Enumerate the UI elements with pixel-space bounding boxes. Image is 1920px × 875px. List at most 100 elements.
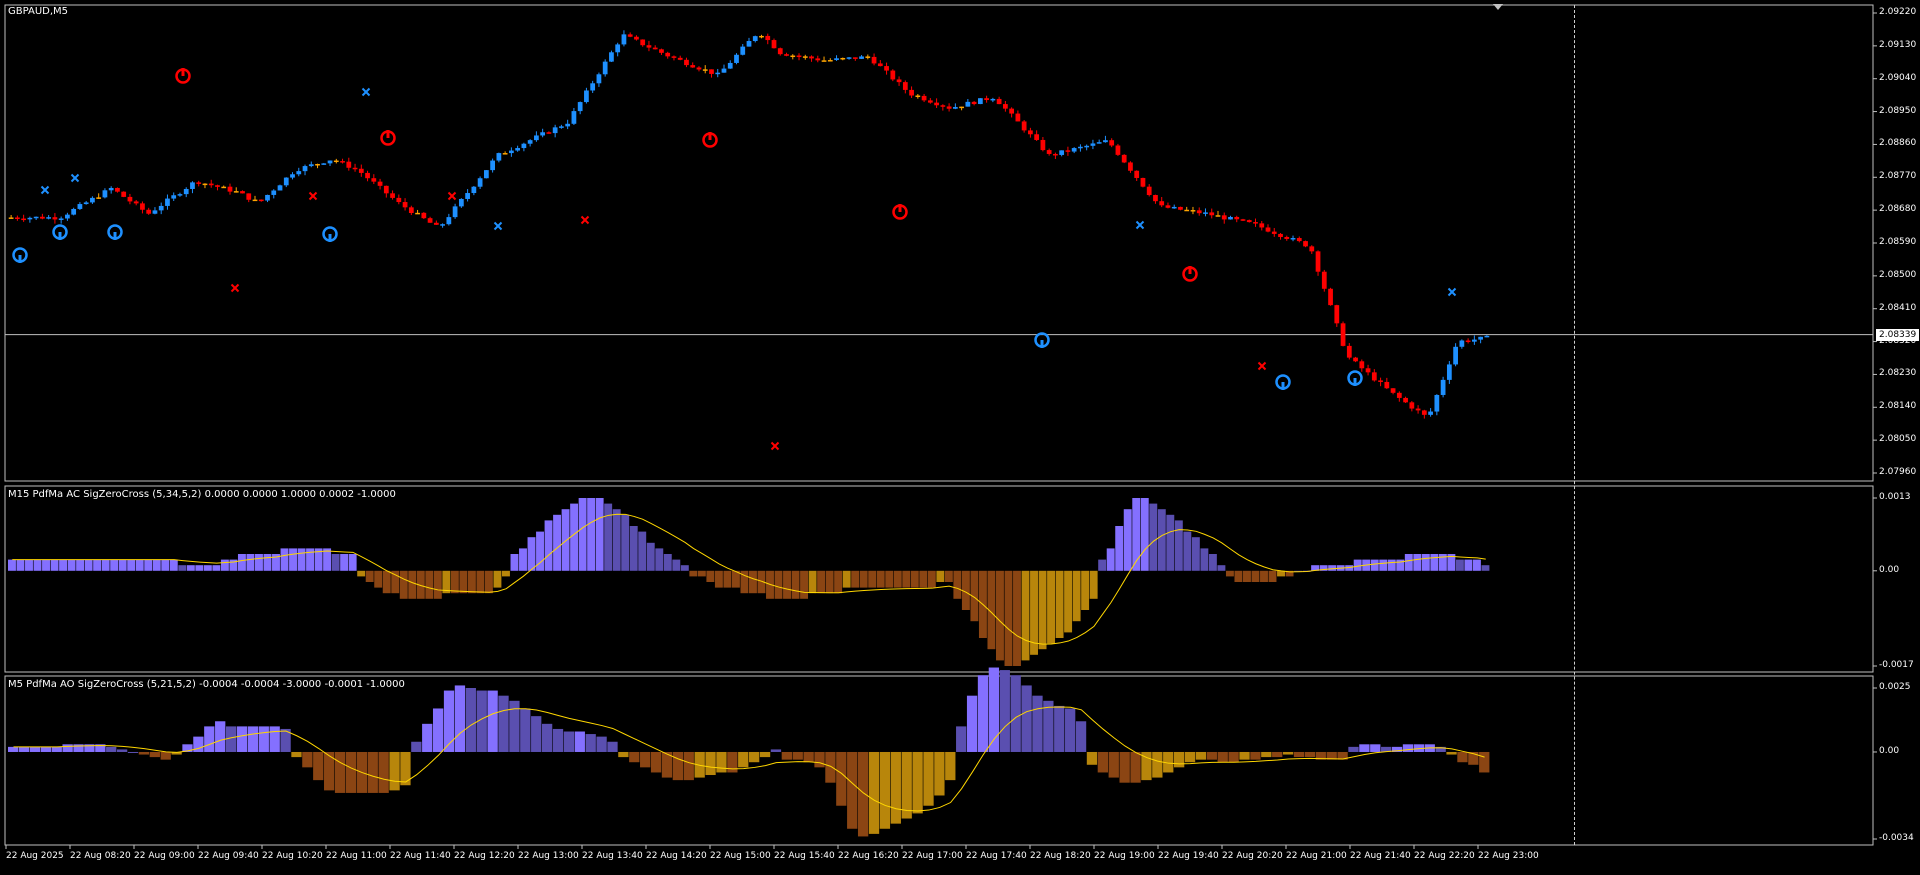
signal-stem <box>18 255 22 263</box>
chart-canvas[interactable] <box>0 0 1920 871</box>
ao-bar <box>149 751 160 758</box>
signal-stem <box>1040 340 1044 348</box>
signal-stem <box>1281 382 1285 390</box>
ao-bar <box>1086 751 1098 765</box>
ac-bar <box>706 570 715 582</box>
candle-body <box>1309 246 1315 252</box>
ac-bar <box>289 548 297 571</box>
candle-body <box>521 143 527 149</box>
candle-body <box>677 57 683 60</box>
ao-bar <box>1457 751 1468 763</box>
candle-body <box>477 178 483 187</box>
time-tick-label: 22 Aug 23:00 <box>1478 851 1539 861</box>
candle-body <box>208 183 214 186</box>
ac-bar <box>510 554 519 571</box>
candle-body <box>759 35 764 38</box>
candle-body <box>1421 410 1427 415</box>
ac-bar <box>595 498 604 571</box>
candle-body <box>746 41 752 47</box>
ao-bar <box>1054 705 1065 752</box>
candle-body <box>490 160 495 171</box>
ao-bar <box>650 751 662 773</box>
candle-body <box>296 171 302 175</box>
ao-bar <box>204 726 215 752</box>
candle-body <box>665 52 671 57</box>
signal-cross-icon <box>40 185 50 195</box>
candle-body <box>1328 288 1333 306</box>
ac-bar <box>1115 526 1124 571</box>
ao-bar <box>313 751 324 781</box>
time-tick-label: 22 Aug 21:40 <box>1350 851 1411 861</box>
chart-window[interactable]: GBPAUD,M5 M15 PdfMa AC SigZeroCross (5,3… <box>0 0 1920 871</box>
ac-bar <box>118 559 127 571</box>
signal-stem <box>1188 266 1192 274</box>
candle-body <box>721 68 727 73</box>
ac-bar <box>868 570 877 588</box>
candle-body <box>959 106 964 109</box>
ao-bar <box>1097 751 1109 773</box>
ao-bar <box>51 746 62 752</box>
ac-bar <box>1208 554 1217 571</box>
ao-bar <box>574 731 585 752</box>
ac-bar <box>195 565 204 571</box>
candle-body <box>546 132 552 134</box>
ac-bar <box>212 565 221 571</box>
ao-bar <box>1293 751 1305 758</box>
candle-body <box>1271 231 1277 234</box>
ac-bar <box>348 554 357 571</box>
candle-body <box>83 202 89 205</box>
candle-body <box>121 191 127 197</box>
candle-body <box>921 95 927 101</box>
ac-bar <box>178 565 187 571</box>
ac-bar <box>110 559 119 571</box>
ao-bar <box>1152 751 1163 778</box>
candle-body <box>1378 380 1383 382</box>
ac-bar <box>825 570 834 594</box>
candle-body <box>1059 150 1065 155</box>
chart-shift-marker[interactable] <box>1493 4 1503 10</box>
candle-body <box>1390 388 1396 393</box>
ac-bar <box>8 559 16 571</box>
ao-bar <box>389 751 400 791</box>
candle-body <box>890 70 896 80</box>
candle-body <box>402 202 408 208</box>
ac-bar <box>1481 565 1490 571</box>
candle-body <box>1146 186 1152 196</box>
ac-bar <box>144 559 153 571</box>
current-price-tag: 2.08339 <box>1876 328 1920 341</box>
ao-bar <box>498 695 509 752</box>
candle-body <box>615 44 621 53</box>
candle-body <box>577 102 583 112</box>
price-tick-label: 2.07960 <box>1879 467 1917 477</box>
candle-body <box>221 186 227 189</box>
candle-body <box>165 198 170 206</box>
ac-bar <box>433 570 442 599</box>
ac-bar <box>101 559 110 571</box>
ao-indicator-label: M5 PdfMa AO SigZeroCross (5,21,5,2) -0.0… <box>8 679 405 690</box>
ac-bar <box>169 559 178 571</box>
candle-body <box>1221 215 1227 220</box>
ao-bar <box>138 751 150 755</box>
time-cursor-line[interactable] <box>1574 5 1575 845</box>
ac-bar <box>1132 498 1141 571</box>
price-tick-label: 2.09130 <box>1879 39 1917 50</box>
price-tick-label: 2.08410 <box>1879 302 1917 313</box>
pane-border-0 <box>4 4 1874 482</box>
candle-body <box>421 212 427 219</box>
candle-body <box>1484 335 1490 338</box>
ao-bar <box>432 708 444 752</box>
signal-cross-icon <box>1135 220 1145 230</box>
candle-body <box>902 82 908 90</box>
candle-body <box>27 217 33 220</box>
ao-bar <box>803 751 814 763</box>
ac-bar <box>697 570 706 577</box>
ac-bar <box>553 514 562 571</box>
ac-bar <box>1421 554 1430 571</box>
candle-body <box>1365 368 1371 373</box>
candle-body <box>846 57 852 59</box>
ac-bar <box>340 554 349 571</box>
candle-body <box>1465 340 1471 342</box>
ao-bar <box>1272 751 1283 758</box>
candle-body <box>1315 251 1321 272</box>
ao-bar <box>640 751 651 768</box>
